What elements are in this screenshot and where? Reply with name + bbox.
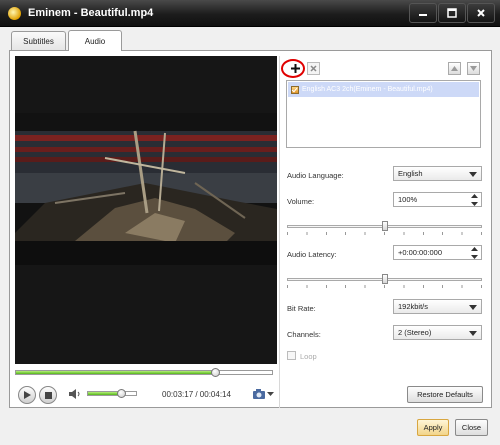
panel-divider xyxy=(279,56,280,408)
highlight-ring xyxy=(281,59,305,78)
video-frame xyxy=(15,113,277,265)
move-down-button[interactable] xyxy=(467,62,480,75)
volume-label: Volume: xyxy=(287,197,315,206)
spin-down-icon[interactable] xyxy=(471,202,478,206)
speaker-icon[interactable] xyxy=(69,389,81,399)
chevron-down-icon xyxy=(469,330,477,336)
close-icon xyxy=(477,9,485,17)
seek-progress xyxy=(16,371,215,374)
bit-rate-value: 192kbit/s xyxy=(398,302,429,311)
spin-down-icon[interactable] xyxy=(471,255,478,259)
spin-up-icon[interactable] xyxy=(471,247,478,251)
channels-select[interactable]: 2 (Stereo) xyxy=(393,325,482,340)
minimize-icon xyxy=(419,14,427,16)
delete-icon xyxy=(310,65,317,72)
window-title: Eminem - Beautiful.mp4 xyxy=(28,7,154,19)
apply-button[interactable]: Apply xyxy=(417,419,449,436)
audio-latency-value: +0:00:00:000 xyxy=(398,248,443,257)
track-label: English AC3 2ch(Eminem - Beautiful.mp4) xyxy=(302,86,433,93)
play-button[interactable] xyxy=(18,386,36,404)
audio-latency-label: Audio Latency: xyxy=(287,250,337,259)
time-display: 00:03:17 / 00:04:14 xyxy=(162,390,231,399)
move-down-icon xyxy=(470,66,477,71)
chevron-down-icon xyxy=(469,171,477,177)
bit-rate-label: Bit Rate: xyxy=(287,304,316,313)
spin-up-icon[interactable] xyxy=(471,194,478,198)
snapshot-button[interactable] xyxy=(253,386,275,402)
audio-track-list[interactable]: English AC3 2ch(Eminem - Beautiful.mp4) xyxy=(286,80,481,148)
stop-icon xyxy=(44,391,52,399)
audio-language-label: Audio Language: xyxy=(287,171,344,180)
loop-checkbox[interactable] xyxy=(287,351,296,360)
bit-rate-select[interactable]: 192kbit/s xyxy=(393,299,482,314)
volume-value: 100% xyxy=(398,195,418,204)
minimize-button[interactable] xyxy=(409,3,437,23)
title-bar: Eminem - Beautiful.mp4 xyxy=(0,0,500,27)
volume-handle[interactable] xyxy=(116,389,126,398)
audio-language-select[interactable]: English xyxy=(393,166,482,181)
stop-button[interactable] xyxy=(39,386,57,404)
loop-label: Loop xyxy=(300,352,317,361)
track-checkbox[interactable] xyxy=(291,85,299,94)
seek-bar[interactable] xyxy=(15,370,273,375)
volume-slider[interactable] xyxy=(87,391,137,396)
close-dialog-button[interactable]: Close xyxy=(455,419,488,436)
list-item[interactable]: English AC3 2ch(Eminem - Beautiful.mp4) xyxy=(288,82,479,97)
volume-spinner[interactable]: 100% xyxy=(393,192,482,207)
channels-label: Channels: xyxy=(287,330,321,339)
audio-language-value: English xyxy=(398,169,423,178)
tab-subtitles[interactable]: Subtitles xyxy=(11,31,66,51)
move-up-icon xyxy=(451,66,458,71)
restore-defaults-button[interactable]: Restore Defaults xyxy=(407,386,483,403)
volume-ticks xyxy=(287,232,482,235)
move-up-button[interactable] xyxy=(448,62,461,75)
audio-latency-spinner[interactable]: +0:00:00:000 xyxy=(393,245,482,260)
maximize-icon xyxy=(447,8,457,18)
tab-audio[interactable]: Audio xyxy=(68,30,122,51)
channels-value: 2 (Stereo) xyxy=(398,328,432,337)
latency-ticks xyxy=(287,285,482,288)
chevron-down-icon xyxy=(469,304,477,310)
delete-track-button[interactable] xyxy=(307,62,320,75)
camera-icon xyxy=(253,389,265,399)
maximize-button[interactable] xyxy=(438,3,466,23)
latency-thumb[interactable] xyxy=(381,274,388,284)
seek-handle[interactable] xyxy=(210,368,220,377)
app-icon xyxy=(8,7,21,20)
close-button[interactable] xyxy=(467,3,495,23)
play-icon xyxy=(24,391,31,399)
volume-thumb[interactable] xyxy=(381,221,388,231)
chevron-down-icon xyxy=(267,391,274,396)
volume-level xyxy=(88,392,121,395)
